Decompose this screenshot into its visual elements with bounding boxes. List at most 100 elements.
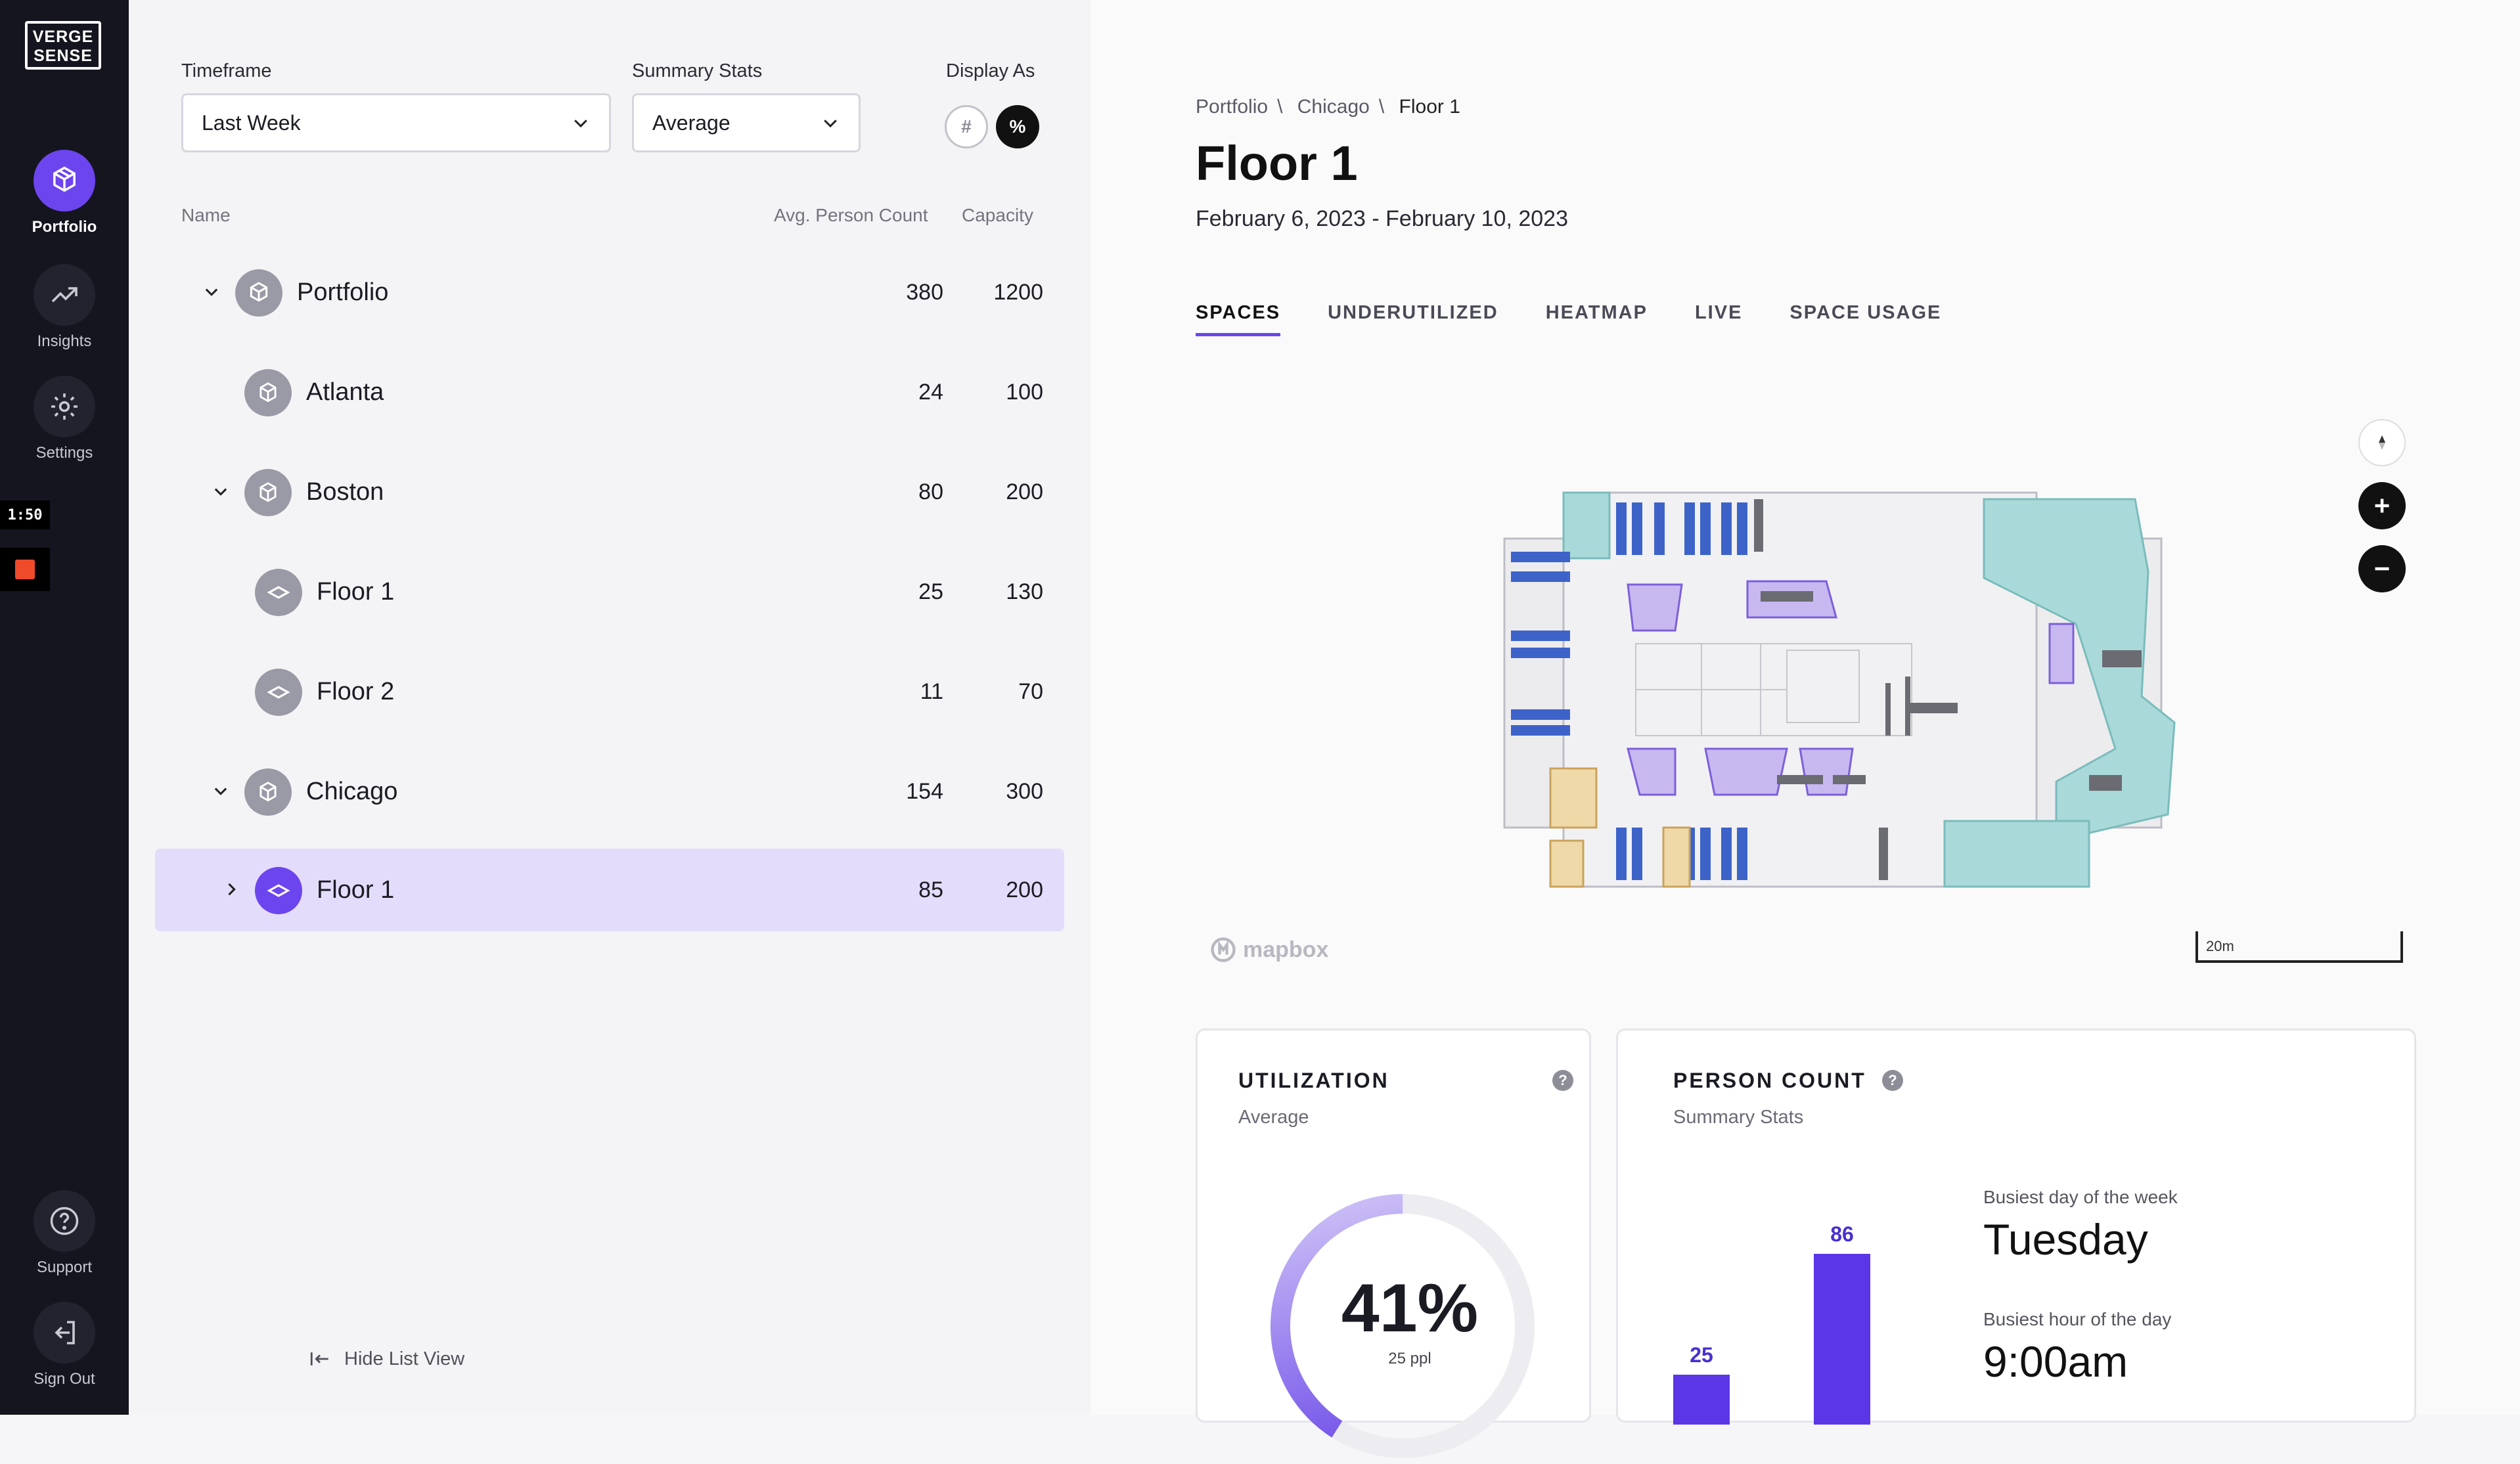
recording-timer: 1:50 xyxy=(0,500,50,529)
tab-space-usage[interactable]: SPACE USAGE xyxy=(1789,302,1941,336)
utilization-title: UTILIZATION xyxy=(1238,1069,1389,1092)
help-icon[interactable]: ? xyxy=(1552,1070,1573,1091)
gear-icon xyxy=(34,376,95,437)
detail-panel: Portfolio \ Chicago \ Floor 1 Floor 1 Febr… xyxy=(1091,0,2520,1458)
tab-underutilized[interactable]: UNDERUTILIZED xyxy=(1328,302,1498,336)
hide-list-view-button[interactable]: Hide List View xyxy=(309,1348,464,1370)
person-count-bar-label: 86 xyxy=(1830,1222,1854,1246)
busiest-hour-label: Busiest hour of the day xyxy=(1983,1309,2172,1329)
minus-icon xyxy=(2375,567,2389,571)
utilization-card: UTILIZATION Average ? 41% 25 ppl xyxy=(1196,1029,1591,1458)
help-icon[interactable]: ? xyxy=(1882,1070,1903,1091)
table-row-portfolio[interactable]: Portfolio 380 1200 xyxy=(155,251,1064,334)
nav-label-settings: Settings xyxy=(35,444,93,462)
row-count: 85 xyxy=(918,877,943,902)
table-row-atlanta[interactable]: Atlanta 24 100 xyxy=(155,351,1064,433)
sign-out-icon xyxy=(34,1302,95,1364)
person-count-card: PERSON COUNT Summary Stats ? Busiest day… xyxy=(1616,1029,2416,1425)
row-count: 24 xyxy=(918,380,943,405)
nav-label-insights: Insights xyxy=(37,332,92,350)
summary-stats-label: Summary Stats xyxy=(632,60,763,81)
utilization-subtitle: Average xyxy=(1238,1107,1309,1128)
busiest-day-value: Tuesday xyxy=(1983,1215,2148,1264)
row-count: 11 xyxy=(920,679,943,704)
chevron-down-icon xyxy=(824,120,837,128)
timeframe-label: Timeframe xyxy=(181,60,272,81)
breadcrumb-portfolio[interactable]: Portfolio xyxy=(1196,96,1268,118)
row-capacity: 200 xyxy=(1006,479,1043,504)
building-cube-icon xyxy=(244,369,292,416)
column-header-name[interactable]: Name xyxy=(181,205,231,226)
compass-icon xyxy=(2379,435,2385,451)
row-capacity: 130 xyxy=(1006,579,1043,604)
timeframe-value: Last Week xyxy=(202,110,301,135)
column-header-avg-count[interactable]: Avg. Person Count xyxy=(774,205,928,226)
nav-support[interactable]: Support xyxy=(0,1190,129,1277)
row-count: 380 xyxy=(906,280,943,305)
chevron-down-icon[interactable] xyxy=(208,778,234,804)
row-capacity: 1200 xyxy=(993,280,1043,305)
mapbox-attribution[interactable]: mapbox xyxy=(1209,935,1328,964)
floor-layer-icon xyxy=(255,867,302,914)
person-count-bar-label: 25 xyxy=(1690,1343,1713,1367)
nav-insights[interactable]: Insights xyxy=(0,264,129,351)
row-capacity: 200 xyxy=(1006,877,1043,902)
display-as-label: Display As xyxy=(946,60,1035,81)
row-capacity: 70 xyxy=(1018,679,1043,704)
row-name: Floor 2 xyxy=(317,678,395,705)
building-cube-icon xyxy=(244,469,292,516)
display-count-toggle[interactable]: # xyxy=(945,105,988,148)
floor-plan-map[interactable] xyxy=(1485,473,2181,906)
help-circle-icon xyxy=(34,1190,95,1252)
table-row-boston-floor-2[interactable]: Floor 2 11 70 xyxy=(155,650,1064,733)
person-count-bar[interactable] xyxy=(1814,1254,1870,1425)
tab-heatmap[interactable]: HEATMAP xyxy=(1546,302,1648,336)
row-count: 154 xyxy=(906,779,943,804)
table-row-boston[interactable]: Boston 80 200 xyxy=(155,451,1064,533)
chevron-down-icon[interactable] xyxy=(198,278,225,305)
chevron-down-icon xyxy=(574,120,587,128)
row-count: 80 xyxy=(918,479,943,504)
stop-recording-button[interactable] xyxy=(0,548,50,591)
row-name: Portfolio xyxy=(297,278,389,306)
row-name: Boston xyxy=(306,478,384,506)
chevron-right-icon[interactable] xyxy=(218,876,244,902)
chevron-down-icon[interactable] xyxy=(208,478,234,504)
column-header-capacity[interactable]: Capacity xyxy=(962,205,1033,226)
person-count-title: PERSON COUNT xyxy=(1673,1069,1866,1092)
nav-portfolio[interactable]: Portfolio xyxy=(0,150,129,236)
detail-tabs: SPACES UNDERUTILIZED HEATMAP LIVE SPACE … xyxy=(1196,302,1941,336)
building-cube-icon xyxy=(244,768,292,816)
display-percent-toggle[interactable]: % xyxy=(996,105,1039,148)
stop-icon xyxy=(15,560,35,579)
nav-settings[interactable]: Settings xyxy=(0,376,129,462)
logo-line-1: VERGE xyxy=(32,28,94,46)
row-capacity: 300 xyxy=(1006,779,1043,804)
summary-stats-select[interactable]: Average xyxy=(632,93,861,152)
nav-label-support: Support xyxy=(36,1258,93,1276)
zoom-out-button[interactable] xyxy=(2358,545,2406,592)
table-row-boston-floor-1[interactable]: Floor 1 25 130 xyxy=(155,550,1064,633)
row-capacity: 100 xyxy=(1006,380,1043,405)
row-name: Floor 1 xyxy=(317,876,395,904)
busiest-day-label: Busiest day of the week xyxy=(1983,1187,2178,1207)
nav-sign-out[interactable]: Sign Out xyxy=(0,1302,129,1388)
trend-icon xyxy=(34,264,95,326)
compass-button[interactable] xyxy=(2358,419,2406,466)
timeframe-select[interactable]: Last Week xyxy=(181,93,611,152)
table-row-chicago-floor-1[interactable]: Floor 1 85 200 xyxy=(155,849,1064,931)
floor-layer-icon xyxy=(255,669,302,716)
nav-label-sign-out: Sign Out xyxy=(34,1370,95,1388)
row-count: 25 xyxy=(918,579,943,604)
vergesense-logo[interactable]: VERGE SENSE xyxy=(25,21,101,70)
breadcrumb-floor: Floor 1 xyxy=(1399,96,1460,118)
logo-line-2: SENSE xyxy=(34,47,93,65)
floor-layer-icon xyxy=(255,569,302,616)
tab-spaces[interactable]: SPACES xyxy=(1196,302,1281,336)
zoom-in-button[interactable] xyxy=(2358,482,2406,529)
person-count-bar[interactable] xyxy=(1673,1375,1730,1425)
nav-label-portfolio: Portfolio xyxy=(32,218,97,236)
table-row-chicago[interactable]: Chicago 154 300 xyxy=(155,750,1064,833)
tab-live[interactable]: LIVE xyxy=(1695,302,1742,336)
breadcrumb-chicago[interactable]: Chicago xyxy=(1297,96,1370,118)
